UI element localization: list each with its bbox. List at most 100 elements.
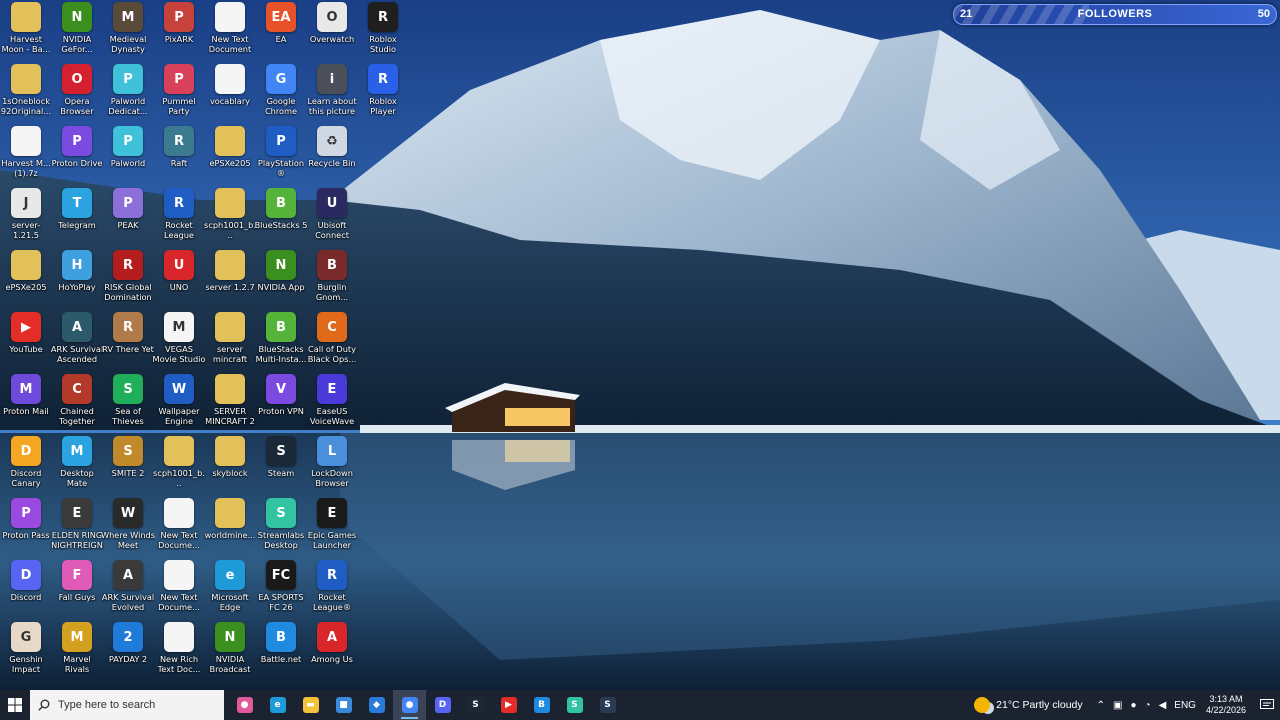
desktop-icon[interactable]: 2 PAYDAY 2 [102, 622, 154, 684]
taskbar-app-streamlabs[interactable]: S [558, 690, 591, 720]
desktop-icon[interactable]: A Among Us [306, 622, 358, 684]
desktop-icon[interactable]: A ARK Survival Evolved [102, 560, 154, 622]
desktop-icon[interactable]: ePSXe205 [0, 250, 52, 312]
desktop-icon[interactable]: S Streamlabs Desktop [255, 498, 307, 560]
desktop-icon[interactable]: 1sOneblock 92Original... [0, 64, 52, 126]
desktop-icon[interactable]: N NVIDIA App [255, 250, 307, 312]
taskbar-app-discord[interactable]: D [426, 690, 459, 720]
desktop-icon[interactable]: SERVER MINCRAFT 2 [204, 374, 256, 436]
desktop-icon[interactable]: W Where Winds Meet [101, 498, 155, 560]
desktop-icon[interactable]: New Text Document [204, 2, 256, 64]
desktop-icon[interactable]: M Proton Mail [0, 374, 52, 436]
desktop-icon[interactable]: G Google Chrome [255, 64, 307, 126]
taskbar-app-edge[interactable]: e [261, 690, 294, 720]
desktop-icon[interactable]: P PixARK [153, 2, 205, 64]
desktop-icon[interactable]: e Microsoft Edge [204, 560, 256, 622]
desktop-icon[interactable]: P PEAK [102, 188, 154, 250]
desktop-icon[interactable]: U UNO [153, 250, 205, 312]
desktop-icon[interactable]: B Burglin Gnom... [306, 250, 358, 312]
taskbar-app-steam-2[interactable]: S [591, 690, 624, 720]
desktop-icon[interactable]: R Rocket League [153, 188, 205, 250]
desktop-icon[interactable]: T Telegram [51, 188, 103, 250]
taskbar-search-box[interactable]: Type here to search [30, 690, 224, 720]
desktop-icon[interactable]: E Epic Games Launcher [306, 498, 358, 560]
taskbar-app-store[interactable]: ■ [327, 690, 360, 720]
desktop-icon[interactable]: P Proton Pass [0, 498, 52, 560]
network-icon[interactable]: ▣ [1113, 700, 1122, 711]
desktop-icon[interactable]: ▶ YouTube [0, 312, 52, 374]
desktop-icon[interactable]: FC EA SPORTS FC 26 [255, 560, 307, 622]
desktop-icon[interactable]: L LockDown Browser [306, 436, 358, 498]
desktop-icon[interactable]: M Medieval Dynasty [102, 2, 154, 64]
desktop-icon[interactable]: P Palworld Dedicat... [102, 64, 154, 126]
desktop-icon[interactable]: S Steam [255, 436, 307, 498]
taskbar-app-file-explorer[interactable]: ▬ [294, 690, 327, 720]
desktop-icon[interactable]: B Battle.net [255, 622, 307, 684]
desktop-icon[interactable]: O Opera Browser [51, 64, 103, 126]
desktop-icon[interactable]: R Roblox Player [357, 64, 409, 126]
desktop-icon[interactable]: C Chained Together [51, 374, 103, 436]
desktop-icon[interactable]: M Marvel Rivals [51, 622, 103, 684]
desktop-icon[interactable]: B BlueStacks 5 [255, 188, 307, 250]
desktop-icon[interactable]: ♻ Recycle Bin [306, 126, 358, 188]
desktop-icon[interactable]: G Genshin Impact [0, 622, 52, 684]
desktop-icon[interactable]: V Proton VPN [255, 374, 307, 436]
desktop-icon[interactable]: EA EA [255, 2, 307, 64]
desktop-icon[interactable]: server 1.2.7 [204, 250, 256, 312]
desktop-icon[interactable]: H HoYoPlay [51, 250, 103, 312]
desktop-icon[interactable]: vocablary [204, 64, 256, 126]
desktop-icon[interactable]: R Rocket League® [306, 560, 358, 622]
desktop-icon[interactable]: M Desktop Mate [51, 436, 103, 498]
microphone-icon[interactable]: ● [1130, 700, 1136, 711]
desktop-icon[interactable]: U Ubisoft Connect [306, 188, 358, 250]
desktop-icon[interactable]: N NVIDIA GeFor... [51, 2, 103, 64]
start-button[interactable] [0, 690, 30, 720]
desktop-icon[interactable]: MVEGAS Movie Studio 14 Pl... [153, 312, 205, 374]
desktop-icon[interactable]: W Wallpaper Engine [153, 374, 205, 436]
wifi-icon[interactable]: ◔ [1145, 700, 1151, 711]
notification-button[interactable] [1254, 690, 1280, 720]
desktop-icon[interactable]: New Text Docume... [153, 498, 205, 560]
desktop-icon[interactable]: i Learn about this picture [306, 64, 358, 126]
desktop-icon[interactable]: N NVIDIA Broadcast [204, 622, 256, 684]
desktop-icon[interactable]: worldmine... [204, 498, 256, 560]
desktop-icon[interactable]: Jserver-1.21.5 [0, 188, 52, 250]
weather-widget[interactable]: 21°C Partly cloudy [974, 697, 1083, 713]
chevron-up-icon[interactable]: ⌃ [1097, 700, 1105, 711]
desktop-icon[interactable]: R RISK Global Domination [102, 250, 154, 312]
taskbar-app-chrome[interactable]: ● [393, 690, 426, 720]
taskbar-app-youtube[interactable]: ▶ [492, 690, 525, 720]
desktop-icon[interactable]: R RV There Yet [102, 312, 154, 374]
taskbar-app-app-1[interactable]: ● [228, 690, 261, 720]
taskbar-app-app-5[interactable]: ◆ [360, 690, 393, 720]
desktop-icon[interactable]: S Sea of Thieves [102, 374, 154, 436]
volume-icon[interactable]: ◀ [1159, 700, 1167, 711]
desktop-icon[interactable]: server mincraft [204, 312, 256, 374]
taskbar-clock[interactable]: 3:13 AM 4/22/2026 [1206, 694, 1246, 716]
desktop-icon[interactable]: R Roblox Studio [357, 2, 409, 64]
desktop-icon[interactable]: F Fall Guys [51, 560, 103, 622]
desktop-icon[interactable]: O Overwatch [306, 2, 358, 64]
desktop-icon[interactable]: P Palworld [102, 126, 154, 188]
taskbar-app-battle-net[interactable]: B [525, 690, 558, 720]
desktop-icon[interactable]: P Pummel Party [153, 64, 205, 126]
desktop-icon[interactable]: scph1001_b... [153, 436, 205, 498]
desktop-icon[interactable]: New Rich Text Doc... [153, 622, 205, 684]
desktop-icon[interactable]: E EaseUS VoiceWave [306, 374, 358, 436]
desktop-icon[interactable]: D Discord [0, 560, 52, 622]
desktop-icon[interactable]: C Call of Duty Black Ops... [306, 312, 358, 374]
taskbar-app-steam[interactable]: S [459, 690, 492, 720]
desktop-icon[interactable]: scph1001_b... [204, 188, 256, 250]
language-indicator[interactable]: ENG [1174, 700, 1196, 711]
desktop-icon[interactable]: PPlayStation® Accessories [255, 126, 307, 188]
desktop-icon[interactable]: ePSXe205 [204, 126, 256, 188]
desktop-icon[interactable]: A ARK Survival Ascended [51, 312, 103, 374]
desktop-icon[interactable]: skyblock [204, 436, 256, 498]
desktop-icon[interactable]: B BlueStacks Multi-Insta... [255, 312, 307, 374]
desktop-icon[interactable]: D Discord Canary [0, 436, 52, 498]
desktop-icon[interactable]: R Raft [153, 126, 205, 188]
desktop-icon[interactable]: E ELDEN RING NIGHTREIGN [51, 498, 103, 560]
desktop-icon[interactable]: P Proton Drive [51, 126, 103, 188]
desktop-icon[interactable]: S SMITE 2 [102, 436, 154, 498]
desktop-icon[interactable]: New Text Docume... [153, 560, 205, 622]
